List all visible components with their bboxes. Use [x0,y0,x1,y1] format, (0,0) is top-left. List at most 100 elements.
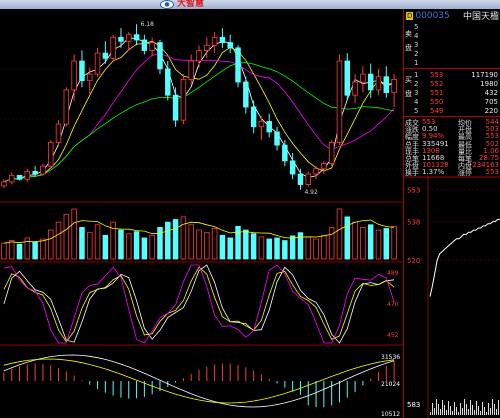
candle-body [63,89,70,125]
volume-bar [360,227,366,260]
candle-body [297,173,304,185]
candle-body [55,123,62,143]
intraday-volume-bar [462,408,463,415]
intraday-volume-bar [450,406,451,415]
volume-bar [344,216,351,260]
candle-body [188,60,194,80]
candle-body [102,52,109,59]
candle-body [110,36,116,59]
intraday-price-line [429,218,500,297]
buy-side-label: 盘 [405,90,412,98]
mini-volume-label: 583 [407,401,420,409]
order-book-divider [404,68,500,69]
volume-bar [141,237,148,260]
level-number: 5 [414,107,419,115]
volume-bar [250,233,257,260]
title-bar: ● 大智慧 [0,0,500,9]
level-volume: 1980 [480,80,498,88]
buy-level-row[interactable]: 1 553 117190 [404,71,500,79]
intraday-volume-bar [478,406,479,415]
buy-level-row[interactable]: 5 549 220 [404,107,500,115]
sell-level-row[interactable]: 1 [404,59,500,67]
volume-bar [126,233,132,260]
candle-body [219,36,226,44]
level-number: 1 [414,71,419,79]
intraday-svg: 553 538 520 583 [404,175,500,418]
volume-bar [79,227,85,260]
volume-bar [16,243,23,260]
volume-bar [289,235,296,260]
stock-code: 000035 [415,10,450,21]
buy-level-row[interactable]: 4 550 705 [404,98,500,106]
level-number: 2 [414,50,419,58]
volume-bar [40,238,46,260]
macd-axis-label: 10512 [381,411,400,418]
volume-bar [305,236,311,260]
candle-body [71,60,77,91]
volume-bar [336,208,343,260]
level-price: 551 [430,89,444,97]
kline-chart-area[interactable]: 6.18 4.92 489 470 452 31536 21024 10512 [0,9,403,418]
candle-body [336,60,343,143]
volume-bar [375,229,382,260]
candle-body [211,36,218,46]
volume-bar [367,224,374,260]
candle-body [40,165,46,175]
buy-level-row[interactable]: 2 552 1980 [404,80,500,88]
intraday-volume-bar [470,400,471,415]
volume-bar [149,234,155,260]
candle-body [157,42,163,70]
intraday-volume-bar [436,399,437,415]
volume-bar [383,228,390,260]
sell-level-row[interactable]: 3 [404,41,500,49]
buy-level-row[interactable]: 3 551 432 [404,89,500,97]
volume-bar [55,221,62,260]
candle-body [328,142,335,164]
candle-body [344,60,351,96]
intraday-volume-bar [488,403,489,415]
sell-level-row[interactable]: 5 [404,23,500,31]
volume-bar [227,237,233,260]
candle-body [47,142,54,167]
candle-body [243,81,249,108]
level-number: 4 [414,32,419,40]
level-number: 2 [414,80,419,88]
intraday-volume-bar [458,412,459,415]
sell-side-label: 盘 [405,44,412,52]
eye-logo-icon: ● [160,0,174,9]
volume-bar [391,225,397,260]
macd-axis-label: 21024 [381,381,400,388]
volume-bar [258,236,265,260]
buy-side-label: 买 [405,76,412,84]
candle-body [367,73,374,91]
volume-bar [1,242,7,260]
sell-side-label: 卖 [405,30,412,38]
volume-bar [8,240,15,260]
candle-body [235,47,241,83]
sell-level-row[interactable]: 4 [404,32,500,40]
volume-bar [63,213,70,260]
intraday-volume-bar [498,400,499,415]
macd-axis-label: 31536 [381,354,400,361]
level-price: 553 [430,71,444,79]
candle-body [289,160,296,175]
intraday-chart: 553 538 520 583 [404,175,500,418]
intraday-volume-bar [494,404,495,415]
mini-price-label: 538 [407,219,420,227]
candle-body [313,168,319,175]
sell-level-row[interactable]: 2 [404,50,500,58]
volume-bar [328,227,335,260]
quote-flag: D [406,11,414,20]
volume-bar [172,219,179,260]
kline-svg[interactable]: 6.18 4.92 489 470 452 31536 21024 10512 [0,9,403,418]
intraday-volume-bar [464,399,465,415]
intraday-volume-bar [460,403,461,415]
candle-body [204,44,210,51]
level-number: 4 [414,98,419,106]
volume-bar [211,228,218,260]
candle-body [250,106,257,128]
intraday-volume-bar [438,404,439,415]
quote-header: D 000035 中国天楹 [404,9,500,22]
level-price: 549 [430,107,444,115]
candle-body [258,121,265,128]
